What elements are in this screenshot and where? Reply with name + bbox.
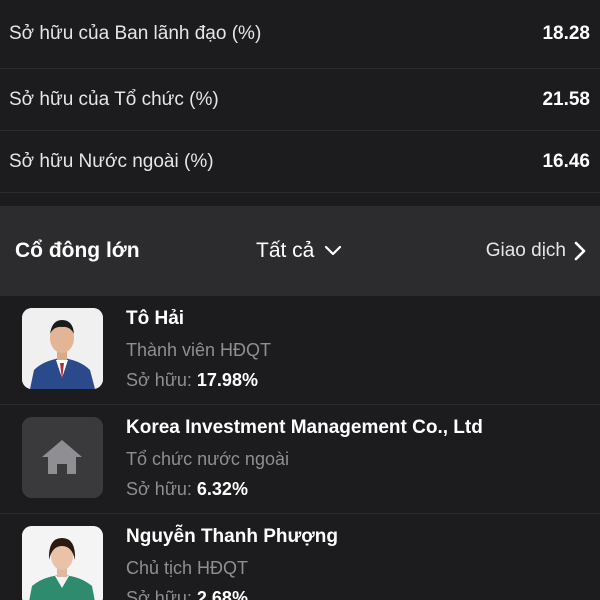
filter-label: Tất cả — [256, 239, 315, 262]
list-item[interactable]: Nguyễn Thanh Phượng Chủ tịch HĐQT Sở hữu… — [0, 514, 600, 600]
stat-label: Sở hữu Nước ngoài (%) — [9, 150, 214, 172]
filter-dropdown[interactable]: Tất cả — [256, 206, 342, 296]
holder-info: Korea Investment Management Co., Ltd Tổ … — [126, 417, 483, 500]
home-icon — [22, 417, 103, 498]
stat-row-institution: Sở hữu của Tổ chức (%) 21.58 — [0, 69, 600, 131]
holder-role: Chủ tịch HĐQT — [126, 558, 249, 578]
holder-role: Tổ chức nước ngoài — [126, 449, 289, 469]
holder-ownership: Sở hữu: 6.32% — [126, 478, 483, 500]
holder-name: Korea Investment Management Co., Ltd — [126, 417, 483, 438]
ownership-label: Sở hữu: — [126, 479, 192, 499]
shareholder-list: Tô Hải Thành viên HĐQT Sở hữu: 17.98% Ko… — [0, 296, 600, 600]
ownership-label: Sở hữu: — [126, 370, 192, 390]
trade-link[interactable]: Giao dịch — [486, 206, 586, 296]
stat-value: 16.46 — [542, 150, 590, 172]
trade-label: Giao dịch — [485, 240, 566, 261]
stat-value: 21.58 — [542, 88, 590, 110]
section-title: Cổ đông lớn — [15, 239, 140, 262]
chevron-down-icon — [324, 245, 342, 257]
stat-row-management: Sở hữu của Ban lãnh đạo (%) 18.28 — [0, 0, 600, 69]
major-shareholders-header: Cổ đông lớn Tất cả Giao dịch — [0, 206, 600, 296]
list-item[interactable]: Tô Hải Thành viên HĐQT Sở hữu: 17.98% — [0, 296, 600, 405]
ownership-percent: 17.98% — [196, 370, 258, 390]
avatar — [22, 308, 103, 389]
stat-row-foreign: Sở hữu Nước ngoài (%) 16.46 — [0, 131, 600, 193]
chevron-right-icon — [574, 241, 586, 261]
ownership-percent: 6.32% — [196, 479, 248, 499]
holder-name: Nguyễn Thanh Phượng — [126, 526, 338, 547]
ownership-percent: 2.68% — [196, 588, 248, 600]
list-item[interactable]: Korea Investment Management Co., Ltd Tổ … — [0, 405, 600, 514]
avatar — [22, 417, 103, 498]
stat-value: 18.28 — [542, 23, 590, 44]
holder-ownership: Sở hữu: 17.98% — [126, 369, 271, 391]
holder-role: Thành viên HĐQT — [126, 340, 272, 360]
holder-ownership: Sở hữu: 2.68% — [126, 587, 338, 600]
stat-label: Sở hữu của Tổ chức (%) — [9, 88, 219, 110]
avatar — [22, 526, 103, 600]
holder-name: Tô Hải — [126, 308, 185, 329]
holder-info: Nguyễn Thanh Phượng Chủ tịch HĐQT Sở hữu… — [126, 526, 338, 600]
holder-info: Tô Hải Thành viên HĐQT Sở hữu: 17.98% — [126, 308, 271, 391]
section-spacer — [0, 193, 600, 206]
ownership-label: Sở hữu: — [126, 588, 192, 600]
ownership-stats: Sở hữu của Ban lãnh đạo (%) 18.28 Sở hữu… — [0, 0, 600, 193]
stat-label: Sở hữu của Ban lãnh đạo (%) — [9, 23, 262, 44]
